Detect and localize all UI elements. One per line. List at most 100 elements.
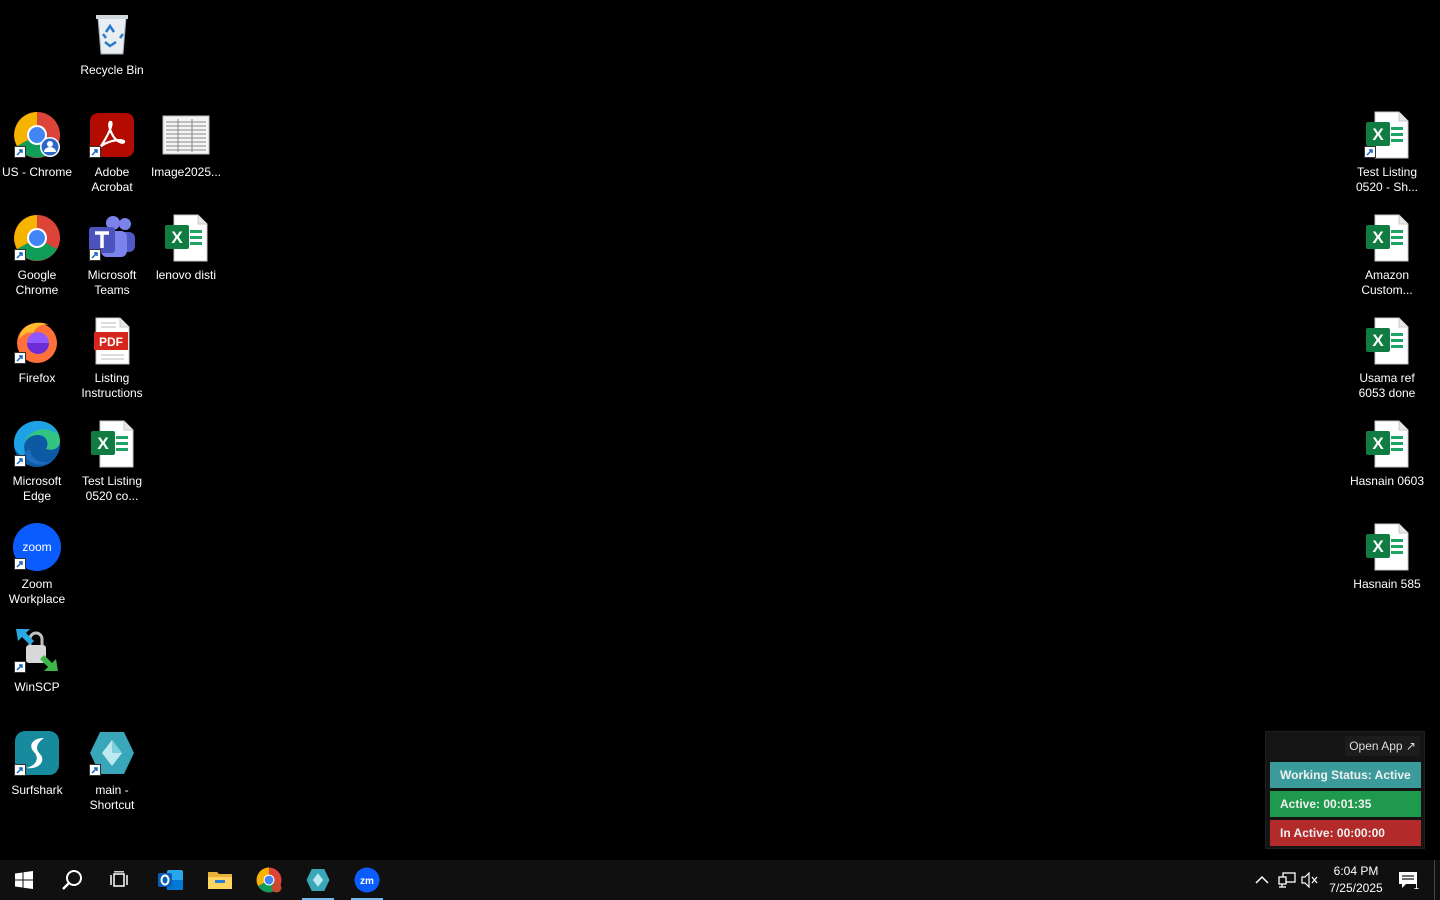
desktop-icon-main-shortcut[interactable]: main - Shortcut xyxy=(75,728,149,813)
desktop-icon-surfshark[interactable]: Surfshark xyxy=(0,728,74,798)
teams-icon xyxy=(87,213,137,263)
shortcut-arrow-icon xyxy=(89,764,101,776)
zoom-icon: zoom xyxy=(12,522,62,572)
outlook-icon xyxy=(158,870,183,890)
desktop-icon-label: Adobe Acrobat xyxy=(91,165,133,194)
excel-file-icon: X xyxy=(1362,213,1412,263)
taskbar-clock[interactable]: 6:04 PM 7/25/2025 xyxy=(1324,863,1388,897)
image-thumbnail-icon xyxy=(161,110,211,160)
desktop-icon-recycle-bin[interactable]: Recycle Bin xyxy=(75,8,149,78)
desktop-icon-label: Google Chrome xyxy=(15,268,59,297)
desktop-icon-label: Usama ref 6053 done xyxy=(1358,371,1416,400)
shortcut-arrow-icon xyxy=(14,352,26,364)
desktop-icon-label: main - Shortcut xyxy=(89,783,135,812)
search-button[interactable] xyxy=(48,860,96,900)
desktop-icon-image2025[interactable]: Image2025... xyxy=(149,110,223,180)
desktop-icon-label: Microsoft Teams xyxy=(87,268,137,297)
recycle-bin-icon xyxy=(87,8,137,58)
excel-file-icon: X xyxy=(1362,316,1412,366)
taskbar-zoom[interactable]: zm xyxy=(343,860,391,900)
excel-file-icon: X xyxy=(1362,419,1412,469)
work-tracker-widget: Open App ↗ Working Status: Active Active… xyxy=(1265,731,1425,849)
shortcut-arrow-icon xyxy=(89,146,101,158)
desktop-icon-test-listing-0520-co[interactable]: X Test Listing 0520 co... xyxy=(75,419,149,504)
desktop-icon-label: Microsoft Edge xyxy=(12,474,62,503)
svg-text:zoom: zoom xyxy=(22,540,51,554)
shortcut-arrow-icon xyxy=(1364,146,1376,158)
desktop-icon-label: US - Chrome xyxy=(1,165,72,179)
desktop-icon-adobe-acrobat[interactable]: Adobe Acrobat xyxy=(75,110,149,195)
desktop-icon-label: Firefox xyxy=(18,371,56,385)
svg-text:X: X xyxy=(1372,434,1384,453)
desktop: Recycle Bin US - Chrome Adobe Acrobat Im… xyxy=(0,0,1440,860)
desktop-icon-firefox[interactable]: Firefox xyxy=(0,316,74,386)
shortcut-arrow-icon xyxy=(14,558,26,570)
svg-text:X: X xyxy=(97,434,109,453)
desktop-icon-test-listing-0520-sh[interactable]: X Test Listing 0520 - Sh... xyxy=(1350,110,1424,195)
desktop-icon-label: Image2025... xyxy=(150,165,222,179)
desktop-icon-lenovo-disti[interactable]: X lenovo disti xyxy=(149,213,223,283)
desktop-icon-hasnain-585[interactable]: X Hasnain 585 xyxy=(1350,522,1424,592)
notification-count-badge: 1 xyxy=(1413,881,1419,892)
start-button[interactable] xyxy=(0,860,48,900)
desktop-icon-hasnain-0603[interactable]: X Hasnain 0603 xyxy=(1350,419,1424,489)
firefox-icon xyxy=(12,316,62,366)
surfshark-icon xyxy=(12,728,62,778)
adobe-acrobat-icon xyxy=(87,110,137,160)
volume-tray-button[interactable] xyxy=(1300,870,1320,890)
action-center-button[interactable]: 1 xyxy=(1393,866,1423,894)
shortcut-arrow-icon xyxy=(14,249,26,261)
desktop-icon-label: Zoom Workplace xyxy=(8,577,66,606)
taskbar-chrome[interactable] xyxy=(245,860,293,900)
show-hidden-icons-button[interactable] xyxy=(1252,870,1272,890)
desktop-icon-microsoft-edge[interactable]: Microsoft Edge xyxy=(0,419,74,504)
taskbar-main-app[interactable] xyxy=(294,860,342,900)
shortcut-arrow-icon xyxy=(14,455,26,467)
taskbar-file-explorer[interactable] xyxy=(196,860,244,900)
shortcut-arrow-icon xyxy=(14,146,26,158)
desktop-icon-label: Test Listing 0520 co... xyxy=(81,474,143,503)
inactive-time-bar: In Active: 00:00:00 xyxy=(1270,820,1421,846)
desktop-icon-label: Listing Instructions xyxy=(81,371,143,400)
shortcut-arrow-icon xyxy=(89,249,101,261)
desktop-icon-winscp[interactable]: WinSCP xyxy=(0,625,74,695)
svg-text:X: X xyxy=(171,228,183,247)
start-icon xyxy=(15,871,33,889)
excel-file-icon: X xyxy=(1362,110,1412,160)
desktop-icon-microsoft-teams[interactable]: Microsoft Teams xyxy=(75,213,149,298)
working-status-bar: Working Status: Active xyxy=(1270,762,1421,788)
excel-file-icon: X xyxy=(1362,522,1412,572)
open-app-button[interactable]: Open App ↗ xyxy=(1345,736,1420,756)
desktop-icon-listing-instructions[interactable]: PDF Listing Instructions xyxy=(75,316,149,401)
task-view-button[interactable] xyxy=(96,860,144,900)
desktop-icon-label: Amazon Custom... xyxy=(1361,268,1413,297)
app-diamond-icon xyxy=(87,728,137,778)
chevron-up-icon xyxy=(1255,875,1269,884)
clock-date: 7/25/2025 xyxy=(1329,881,1383,895)
chrome-icon xyxy=(12,213,62,263)
svg-text:PDF: PDF xyxy=(99,335,123,349)
desktop-icon-us-chrome[interactable]: US - Chrome xyxy=(0,110,74,180)
taskbar-outlook[interactable] xyxy=(147,860,195,900)
desktop-icon-zoom-workplace[interactable]: zoom Zoom Workplace xyxy=(0,522,74,607)
chrome-profile-icon xyxy=(12,110,62,160)
shortcut-arrow-icon xyxy=(14,661,26,673)
active-time-bar: Active: 00:01:35 xyxy=(1270,791,1421,817)
shortcut-arrow-icon xyxy=(14,764,26,776)
desktop-icon-amazon-custom[interactable]: X Amazon Custom... xyxy=(1350,213,1424,298)
network-tray-button[interactable] xyxy=(1277,870,1297,890)
desktop-icon-label: Recycle Bin xyxy=(80,63,144,77)
pdf-file-icon: PDF xyxy=(87,316,137,366)
clock-time: 6:04 PM xyxy=(1333,864,1379,878)
desktop-icon-usama-ref[interactable]: X Usama ref 6053 done xyxy=(1350,316,1424,401)
show-desktop-button[interactable] xyxy=(1434,860,1440,900)
svg-text:zm: zm xyxy=(360,876,374,887)
desktop-icon-label: lenovo disti xyxy=(155,268,217,282)
task-view-icon xyxy=(110,871,128,887)
edge-icon xyxy=(12,419,62,469)
desktop-icon-label: Surfshark xyxy=(11,783,63,797)
svg-text:X: X xyxy=(1372,228,1384,247)
desktop-icon-google-chrome[interactable]: Google Chrome xyxy=(0,213,74,298)
volume-muted-icon xyxy=(1301,872,1318,888)
svg-text:X: X xyxy=(1372,125,1384,144)
